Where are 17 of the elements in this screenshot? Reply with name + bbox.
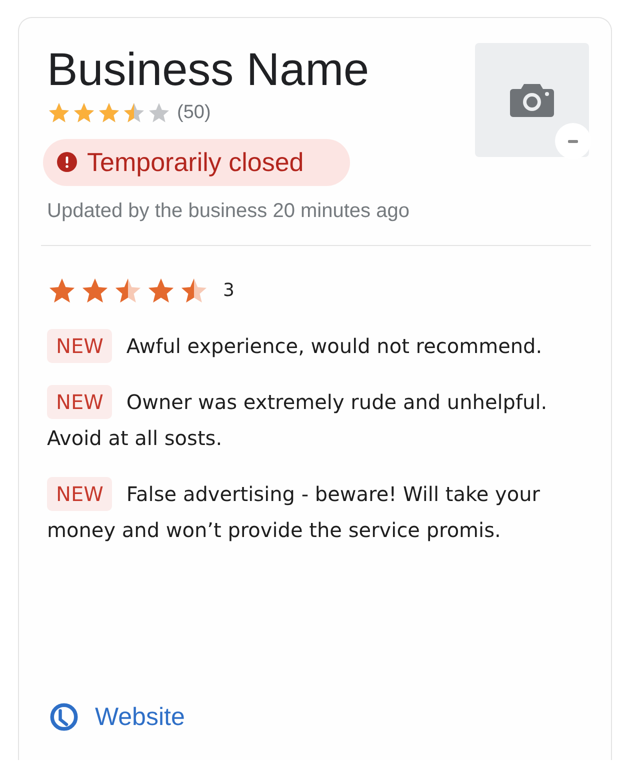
business-name: Business Name <box>47 44 370 95</box>
review-text: money and won’t provide the service promis. <box>47 516 501 544</box>
new-badge: NEW <box>47 328 112 363</box>
review-text: Awful experience, would not recommend. <box>126 332 542 360</box>
review-text: Owner was extremely rude and unhelpful. <box>126 388 548 416</box>
new-badge: NEW <box>47 384 112 419</box>
review-text: False advertising - beware! Will take your <box>126 480 540 508</box>
status-text: Temporarily closed <box>87 146 304 178</box>
update-note: Updated by the business 20 minutes ago <box>47 200 410 223</box>
photo-placeholder[interactable] <box>475 43 589 157</box>
rating-count: 3 <box>223 280 234 302</box>
alert-icon <box>57 152 77 172</box>
review-count: (50) <box>177 102 211 124</box>
new-badge: NEW <box>47 476 112 511</box>
clock-icon <box>49 702 79 732</box>
review-text: Avoid at all sosts. <box>47 424 222 452</box>
website-link[interactable]: Website <box>49 702 185 732</box>
